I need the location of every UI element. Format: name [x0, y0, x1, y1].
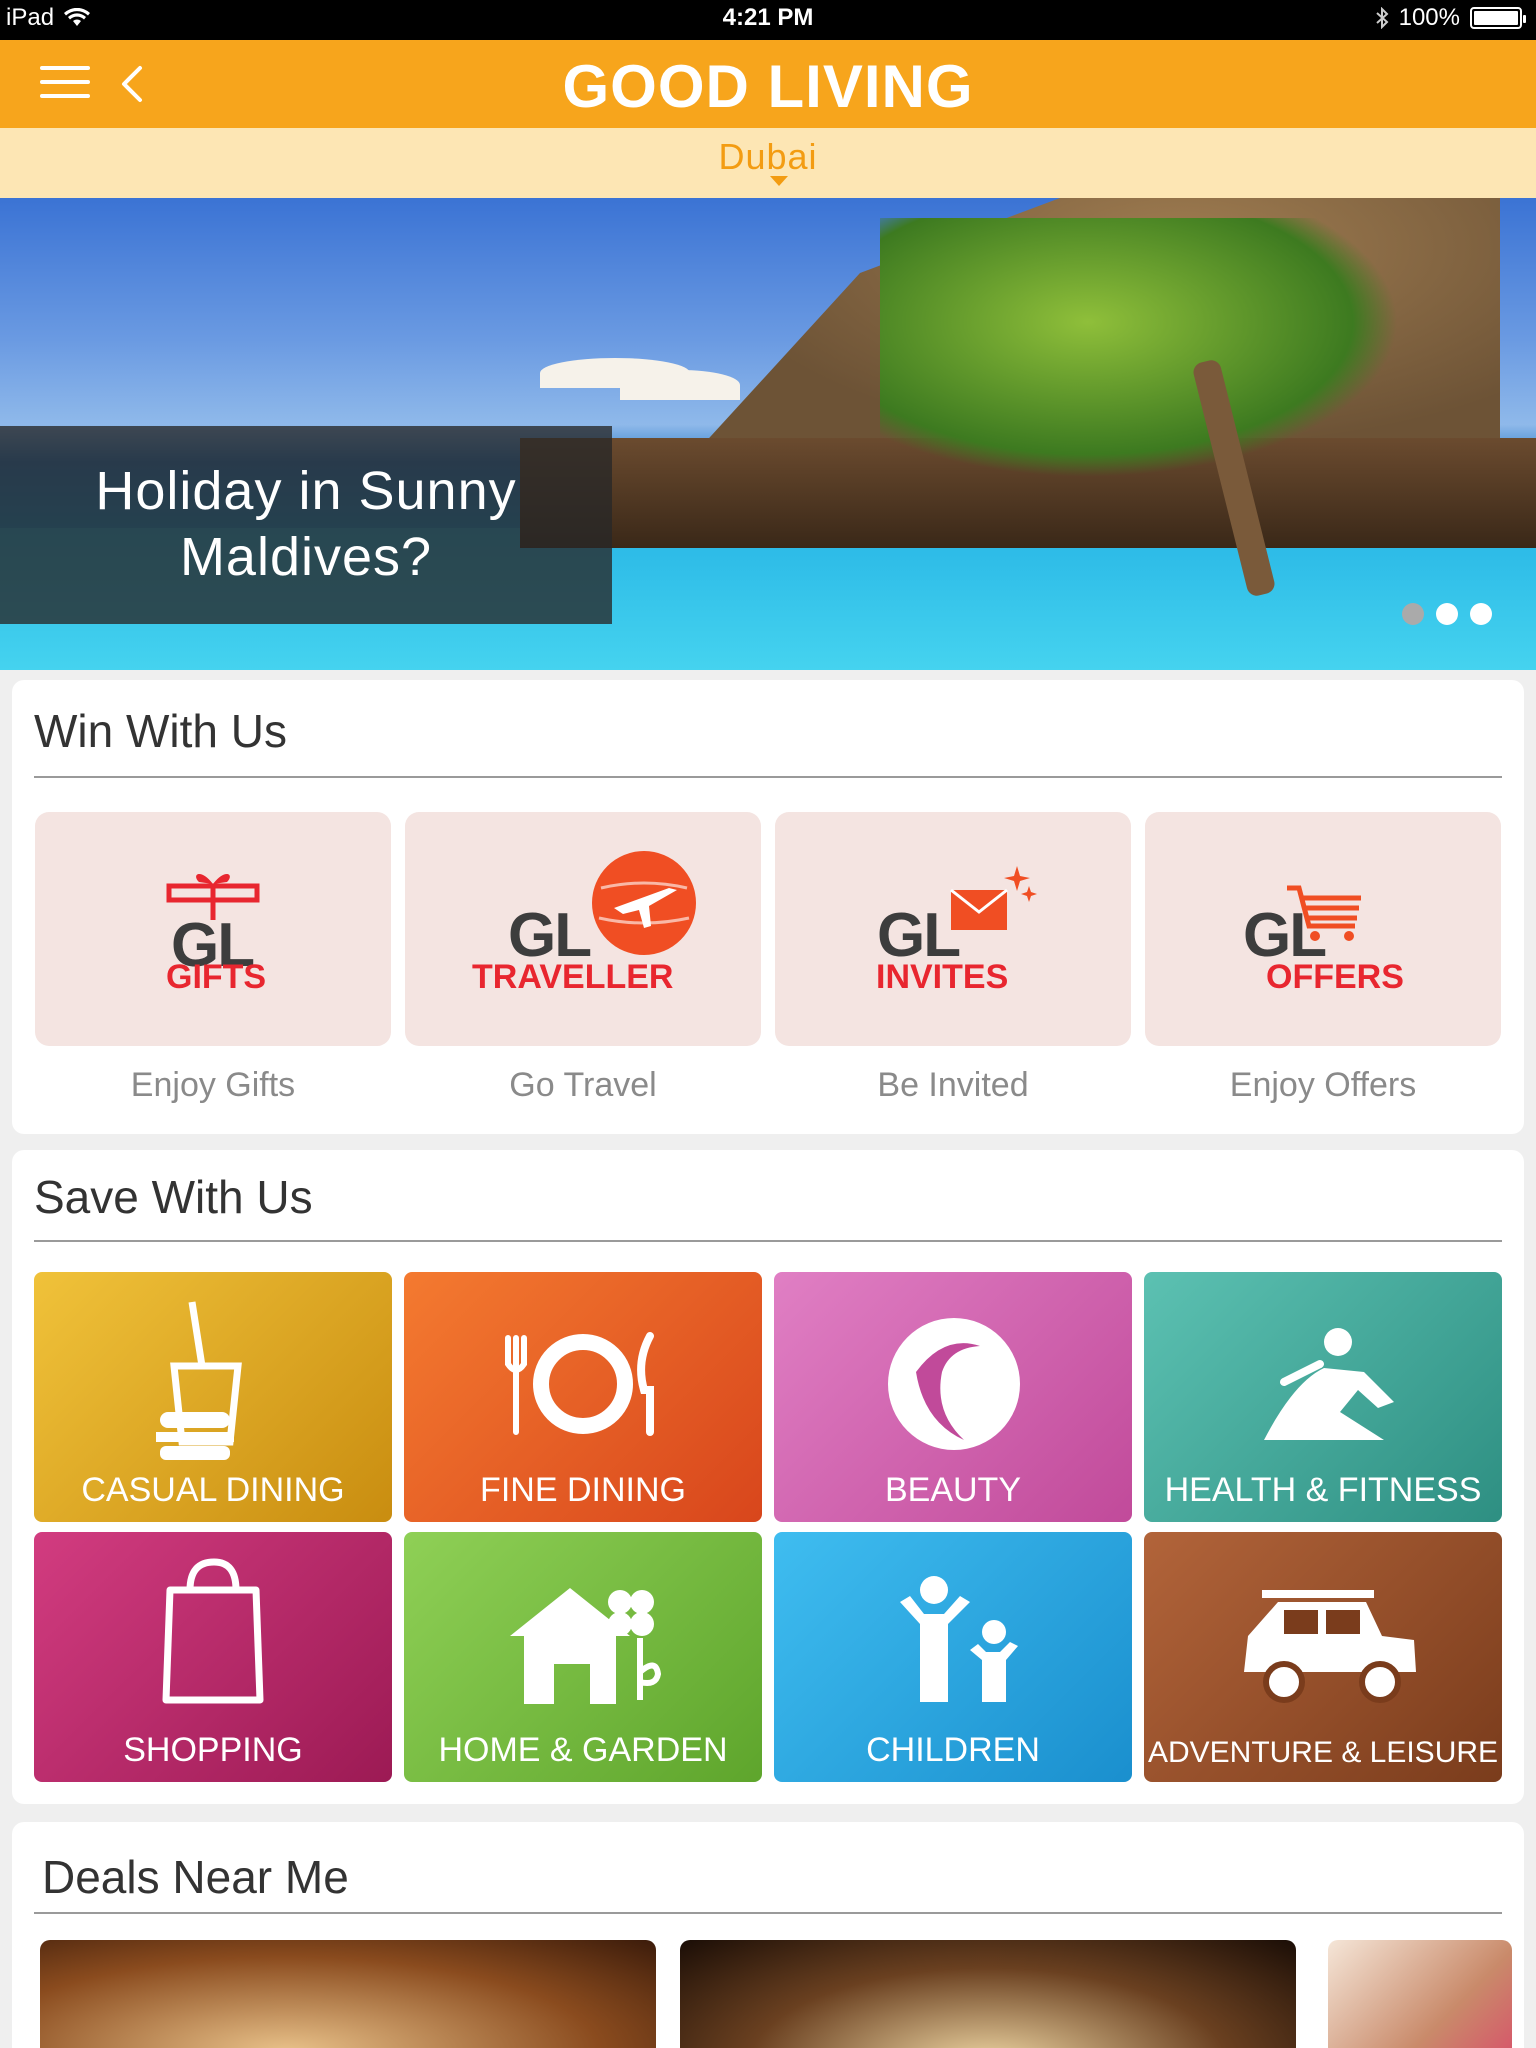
category-home-garden[interactable]: HOME & GARDEN [404, 1532, 762, 1782]
status-right: 100% [1375, 4, 1526, 32]
carousel-dot[interactable] [1470, 603, 1492, 625]
win-label: Be Invited [877, 1066, 1029, 1104]
category-label: BEAUTY [884, 1471, 1022, 1509]
status-time: 4:21 PM [722, 4, 814, 31]
category-label: HEALTH & FITNESS [1164, 1471, 1482, 1509]
category-label: FINE DINING [480, 1471, 686, 1509]
category-adventure-leisure[interactable]: ADVENTURE & LEISURE [1144, 1532, 1502, 1782]
gl-offers-tile[interactable]: GL OFFERS [1145, 812, 1501, 1046]
gl-gifts-tile[interactable]: GL GIFTS [35, 812, 391, 1046]
category-children[interactable]: CHILDREN [774, 1532, 1132, 1782]
deal-card[interactable] [1328, 1940, 1512, 2048]
section-divider [34, 1912, 1502, 1914]
logo-sub: GIFTS [166, 958, 267, 996]
city-name: Dubai [718, 136, 818, 177]
win-label: Go Travel [509, 1066, 657, 1104]
hero-palm [880, 218, 1400, 478]
deal-card[interactable] [40, 1940, 656, 2048]
category-label: ADVENTURE & LEISURE [1147, 1736, 1499, 1769]
logo-sub: OFFERS [1266, 958, 1404, 996]
hero-banner[interactable]: Holiday in Sunny Maldives? [0, 198, 1536, 670]
bluetooth-icon [1375, 7, 1389, 29]
win-label: Enjoy Offers [1229, 1066, 1417, 1104]
gl-invites-logo: GL INVITES [775, 812, 1131, 1046]
gl-traveller-tile[interactable]: GL TRAVELLER [405, 812, 761, 1046]
hero-caption-line: Holiday in Sunny [95, 461, 517, 521]
section-divider [34, 776, 1502, 778]
carousel-dots [1402, 603, 1492, 625]
battery-icon [1470, 7, 1526, 29]
dropdown-caret-icon [770, 176, 788, 186]
hero-umbrella [620, 370, 740, 400]
gl-gifts-logo: GL GIFTS [35, 812, 391, 1046]
deals-section: Deals Near Me [12, 1822, 1524, 2048]
section-title: Win With Us [34, 705, 287, 757]
section-title: Deals Near Me [42, 1851, 349, 1903]
category-shopping[interactable]: SHOPPING [34, 1532, 392, 1782]
envelope-sparkle-icon [950, 866, 1037, 930]
gl-offers-logo: GL OFFERS [1145, 812, 1501, 1046]
city-selector[interactable]: Dubai [0, 128, 1536, 198]
globe-plane-icon [592, 851, 696, 955]
logo-sub: TRAVELLER [472, 958, 674, 996]
category-label: SHOPPING [123, 1731, 303, 1769]
section-divider [34, 1240, 1502, 1242]
gl-traveller-logo: GL TRAVELLER [405, 812, 761, 1046]
battery-percent: 100% [1398, 4, 1460, 31]
nav-bar: GOOD LIVING [0, 40, 1536, 128]
app-title: GOOD LIVING [562, 53, 974, 120]
category-label: CHILDREN [866, 1731, 1040, 1769]
category-label: HOME & GARDEN [438, 1731, 728, 1769]
hero-caption: Holiday in Sunny Maldives? [0, 426, 612, 624]
deal-card[interactable] [680, 1940, 1296, 2048]
status-bar: iPad 4:21 PM 100% [0, 0, 1536, 40]
carousel-dot[interactable] [1436, 603, 1458, 625]
section-title: Save With Us [34, 1171, 313, 1223]
category-casual-dining[interactable]: CASUAL DINING [34, 1272, 392, 1522]
gl-invites-tile[interactable]: GL INVITES [775, 812, 1131, 1046]
category-label: CASUAL DINING [81, 1471, 345, 1509]
win-label: Enjoy Gifts [130, 1066, 296, 1104]
category-beauty[interactable]: BEAUTY [774, 1272, 1132, 1522]
logo-sub: INVITES [876, 958, 1009, 996]
win-section: Win With Us GL GIFTS GL TRAVELLER GL INV… [12, 680, 1524, 1134]
hero-caption-line: Maldives? [179, 527, 433, 587]
category-health-fitness[interactable]: HEALTH & FITNESS [1144, 1272, 1502, 1522]
save-section: Save With Us CASUAL DINING FINE DINING B… [12, 1150, 1524, 1804]
carousel-dot[interactable] [1402, 603, 1424, 625]
category-fine-dining[interactable]: FINE DINING [404, 1272, 762, 1522]
